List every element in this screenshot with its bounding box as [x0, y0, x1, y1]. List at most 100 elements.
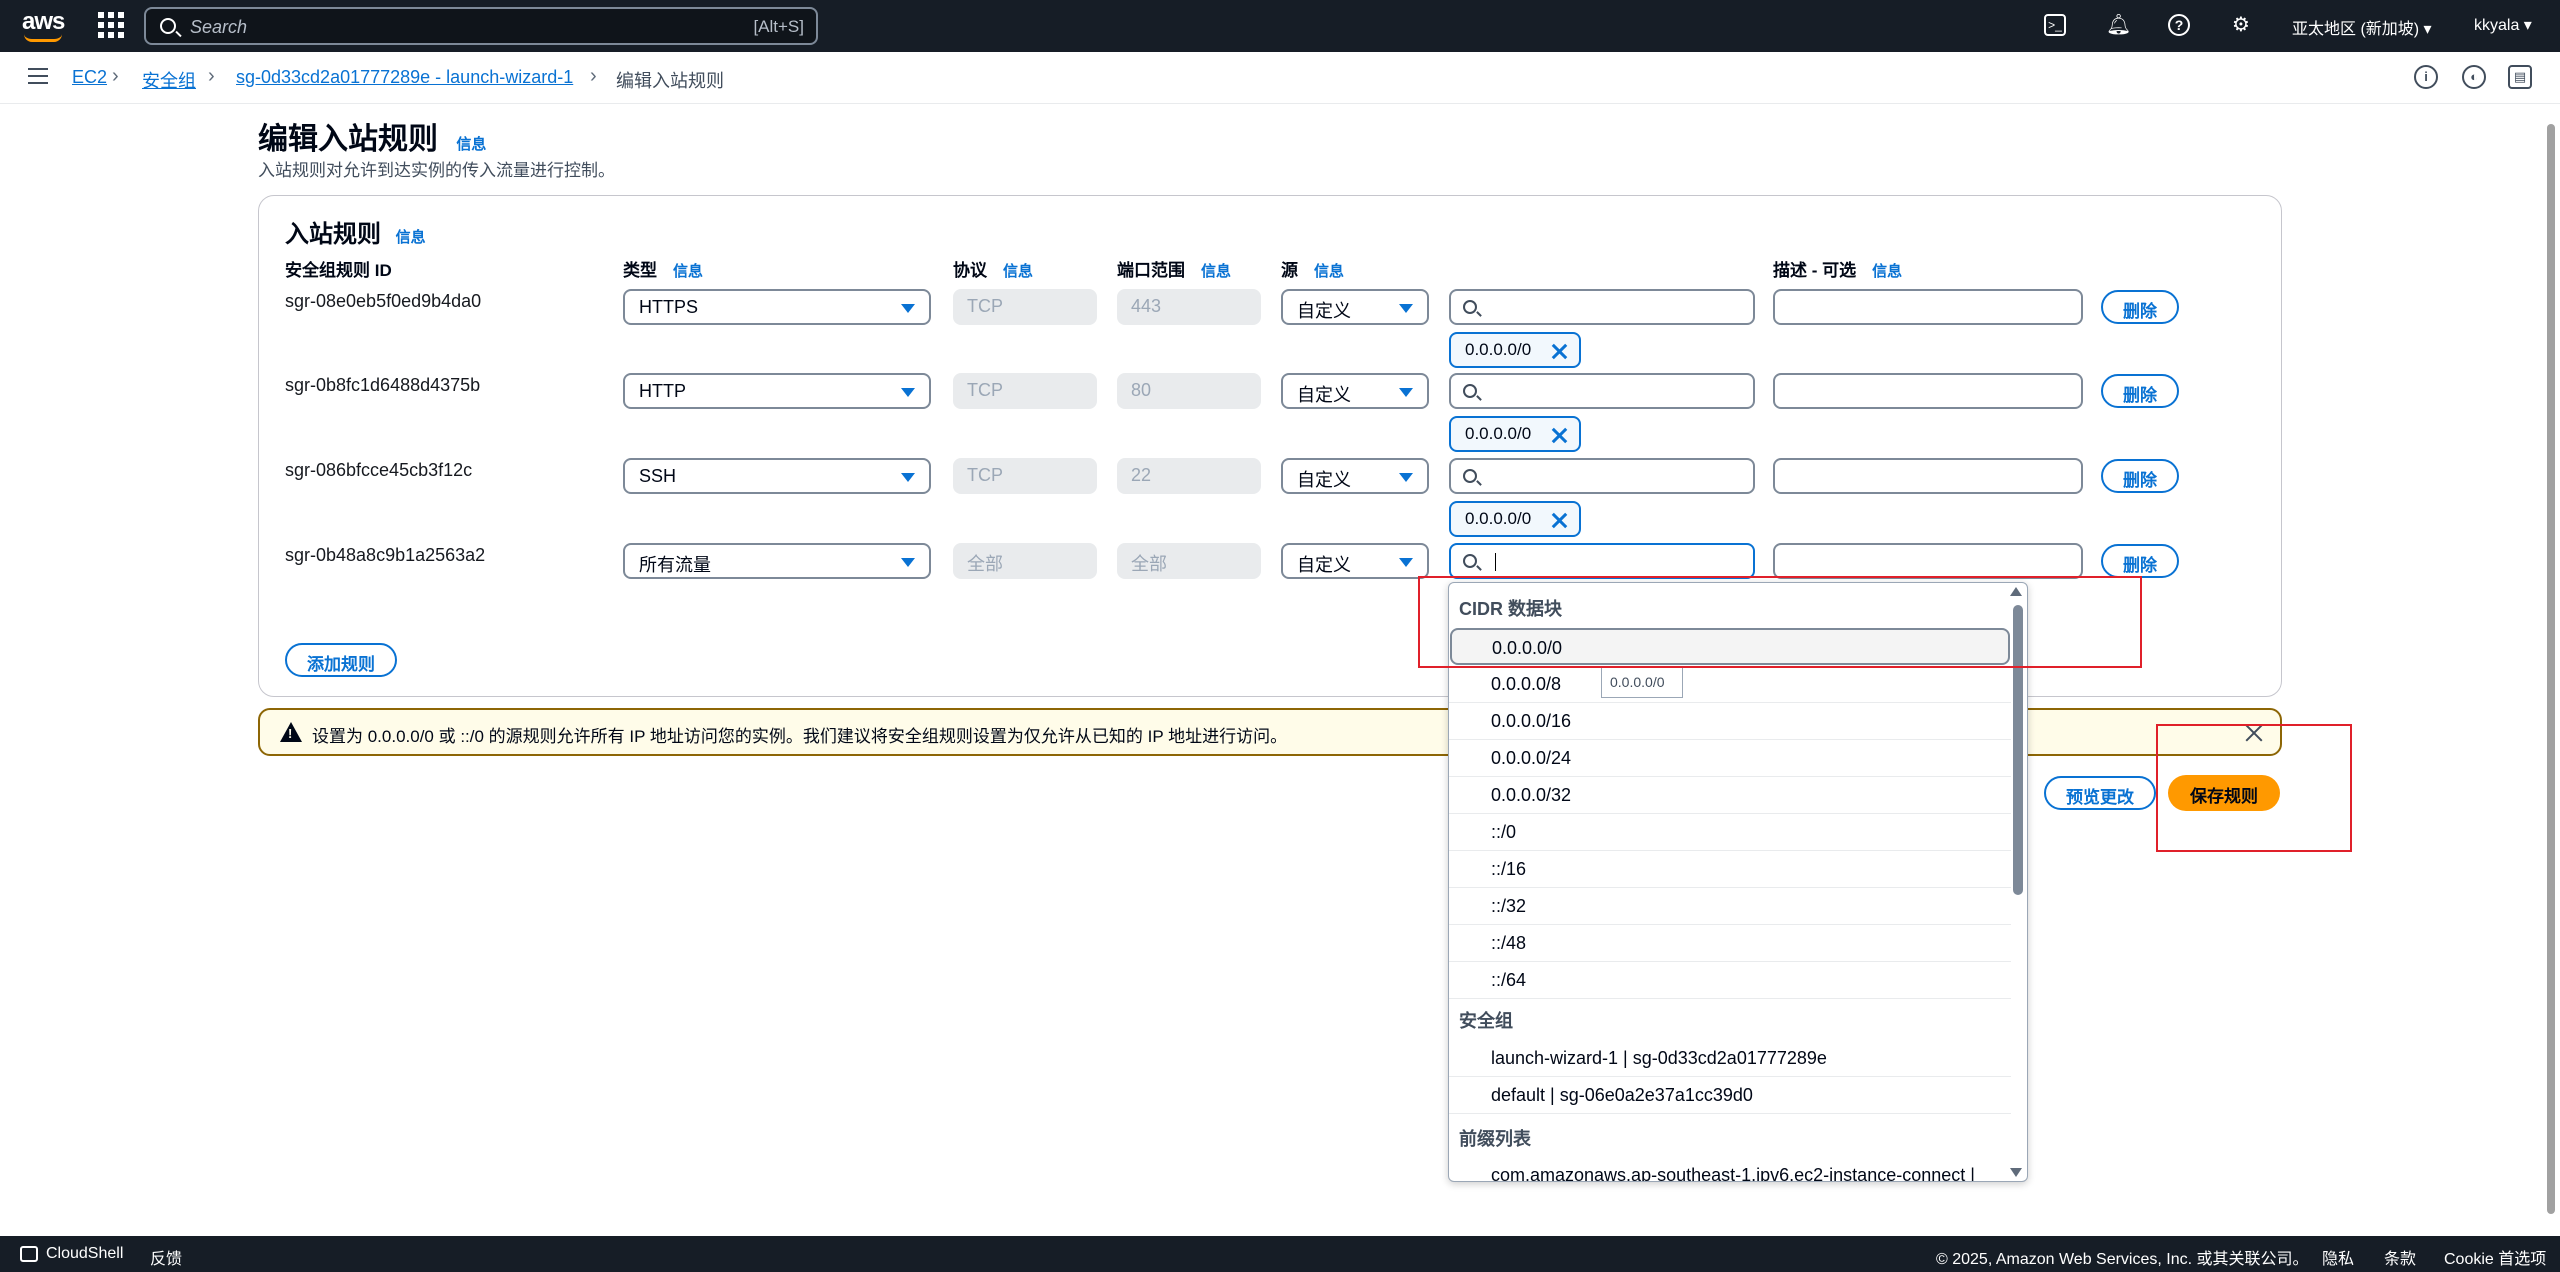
- page-scrollbar-thumb[interactable]: [2547, 124, 2555, 1214]
- column-header-description: 描述 - 可选 信息: [1773, 256, 1902, 281]
- option-security-group[interactable]: launch-wizard-1 | sg-0d33cd2a01777289e: [1449, 1040, 2011, 1077]
- user-menu[interactable]: kkyala ▾: [2474, 15, 2532, 35]
- rule-id: sgr-0b8fc1d6488d4375b: [285, 375, 481, 395]
- protocol-field: TCP: [953, 373, 1097, 409]
- breadcrumb-ec2[interactable]: EC2: [72, 67, 107, 88]
- breadcrumb-current: 编辑入站规则: [616, 71, 724, 91]
- port-info-link[interactable]: 信息: [1201, 263, 1231, 280]
- source-cidr-input[interactable]: [1449, 289, 1755, 325]
- cloudshell-link[interactable]: CloudShell: [46, 1245, 123, 1263]
- source-type-select[interactable]: 自定义: [1281, 373, 1429, 409]
- option-cidr[interactable]: ::/64: [1449, 962, 2011, 999]
- column-header-protocol-text: 协议: [953, 261, 987, 280]
- rule-id: sgr-08e0eb5f0ed9b4da0: [285, 291, 482, 311]
- source-cidr-input[interactable]: [1449, 373, 1755, 409]
- tutorial-icon[interactable]: ◐: [2462, 65, 2486, 89]
- caret-down-icon: [1399, 388, 1413, 397]
- breadcrumb-security-group[interactable]: sg-0d33cd2a01777289e - launch-wizard-1: [236, 67, 573, 88]
- remove-token-icon[interactable]: [1551, 343, 1567, 359]
- footer-bar: CloudShell 反馈 © 2025, Amazon Web Service…: [0, 1236, 2560, 1272]
- source-type-select[interactable]: 自定义: [1281, 289, 1429, 325]
- option-cidr[interactable]: ::/0: [1449, 814, 2011, 851]
- page-description: 入站规则对允许到达实例的传入流量进行控制。: [258, 161, 615, 180]
- settings-gear-icon[interactable]: ⚙: [2230, 14, 2252, 36]
- search-icon: [1463, 554, 1477, 568]
- notifications-bell-icon[interactable]: 🔔︎: [2106, 14, 2131, 36]
- source-options-dropdown: CIDR 数据块 0.0.0.0/0 0.0.0.0/8 0.0.0.0/16 …: [1448, 582, 2028, 1182]
- side-menu-icon[interactable]: [28, 68, 48, 84]
- description-input[interactable]: [1773, 289, 2083, 325]
- cloudshell-icon[interactable]: >_: [2044, 14, 2066, 36]
- description-input[interactable]: [1773, 543, 2083, 579]
- description-input[interactable]: [1773, 373, 2083, 409]
- info-panel-icon[interactable]: i: [2414, 65, 2438, 89]
- terms-link[interactable]: 条款: [2384, 1245, 2416, 1269]
- add-rule-button[interactable]: 添加规则: [285, 643, 397, 677]
- rule-type-select[interactable]: HTTPS: [623, 289, 931, 325]
- option-cidr[interactable]: 0.0.0.0/16: [1449, 703, 2011, 740]
- rule-type-select[interactable]: SSH: [623, 458, 931, 494]
- scroll-down-arrow-icon[interactable]: [2010, 1168, 2022, 1177]
- option-security-group[interactable]: default | sg-06e0a2e37a1cc39d0: [1449, 1077, 2011, 1114]
- aws-logo[interactable]: aws: [22, 8, 65, 44]
- source-type-select[interactable]: 自定义: [1281, 543, 1429, 579]
- rule-type-value: 所有流量: [639, 555, 711, 575]
- search-placeholder: Search: [190, 17, 248, 37]
- source-token: 0.0.0.0/0: [1449, 501, 1581, 537]
- feedback-link[interactable]: 反馈: [150, 1245, 182, 1269]
- privacy-link[interactable]: 隐私: [2322, 1245, 2354, 1269]
- type-info-link[interactable]: 信息: [673, 263, 703, 280]
- remove-token-icon[interactable]: [1551, 512, 1567, 528]
- port-range-field: 22: [1117, 458, 1261, 494]
- description-info-link[interactable]: 信息: [1872, 263, 1902, 280]
- cloudshell-icon: [20, 1246, 38, 1262]
- global-search-input[interactable]: Search [Alt+S]: [144, 7, 818, 45]
- inbound-rules-title: 入站规则 信息: [285, 214, 426, 249]
- notifications-panel-icon[interactable]: ▤: [2508, 65, 2532, 89]
- option-cidr[interactable]: ::/32: [1449, 888, 2011, 925]
- region-selector[interactable]: 亚太地区 (新加坡) ▾: [2292, 15, 2432, 39]
- page-info-link[interactable]: 信息: [456, 136, 486, 153]
- rules-info-link[interactable]: 信息: [396, 229, 426, 246]
- services-grid-icon[interactable]: [98, 12, 124, 38]
- delete-rule-button[interactable]: 删除: [2101, 374, 2179, 408]
- remove-token-icon[interactable]: [1551, 427, 1567, 443]
- source-type-value: 自定义: [1297, 555, 1351, 575]
- protocol-info-link[interactable]: 信息: [1003, 263, 1033, 280]
- port-range-field: 全部: [1117, 543, 1261, 579]
- source-cidr-input-active[interactable]: [1449, 543, 1755, 579]
- copyright-text: © 2025, Amazon Web Services, Inc. 或其关联公司…: [1936, 1251, 2309, 1268]
- description-input[interactable]: [1773, 458, 2083, 494]
- caret-down-icon: [1399, 304, 1413, 313]
- column-header-type: 类型 信息: [623, 256, 703, 281]
- option-tooltip: 0.0.0.0/0: [1601, 666, 1683, 698]
- page-scrollbar[interactable]: [2546, 106, 2556, 1230]
- preview-changes-button[interactable]: 预览更改: [2044, 776, 2156, 810]
- option-cidr[interactable]: 0.0.0.0/8: [1449, 666, 2011, 703]
- source-token: 0.0.0.0/0: [1449, 332, 1581, 368]
- source-info-link[interactable]: 信息: [1314, 263, 1344, 280]
- delete-rule-button[interactable]: 删除: [2101, 290, 2179, 324]
- option-cidr[interactable]: ::/16: [1449, 851, 2011, 888]
- option-cidr[interactable]: 0.0.0.0/32: [1449, 777, 2011, 814]
- breadcrumb-security-groups[interactable]: 安全组: [142, 67, 196, 93]
- page-title-text: 编辑入站规则: [258, 123, 438, 156]
- source-type-select[interactable]: 自定义: [1281, 458, 1429, 494]
- text-cursor: [1495, 553, 1496, 571]
- delete-rule-button[interactable]: 删除: [2101, 459, 2179, 493]
- option-prefix-list[interactable]: com.amazonaws.ap-southeast-1.ipv6.ec2-in…: [1449, 1157, 2011, 1181]
- inbound-rules-title-text: 入站规则: [285, 221, 381, 248]
- rule-type-select[interactable]: 所有流量: [623, 543, 931, 579]
- delete-rule-button[interactable]: 删除: [2101, 544, 2179, 578]
- rule-type-value: SSH: [639, 466, 677, 486]
- help-icon[interactable]: ?: [2168, 14, 2190, 36]
- port-range-field: 80: [1117, 373, 1261, 409]
- option-cidr[interactable]: ::/48: [1449, 925, 2011, 962]
- column-header-port: 端口范围 信息: [1117, 256, 1231, 281]
- rule-type-select[interactable]: HTTP: [623, 373, 931, 409]
- option-cidr[interactable]: 0.0.0.0/24: [1449, 740, 2011, 777]
- breadcrumb-bar: EC2 › 安全组 › sg-0d33cd2a01777289e - launc…: [0, 52, 2560, 104]
- source-cidr-input[interactable]: [1449, 458, 1755, 494]
- source-type-value: 自定义: [1297, 385, 1351, 405]
- cookie-preferences-link[interactable]: Cookie 首选项: [2444, 1245, 2546, 1269]
